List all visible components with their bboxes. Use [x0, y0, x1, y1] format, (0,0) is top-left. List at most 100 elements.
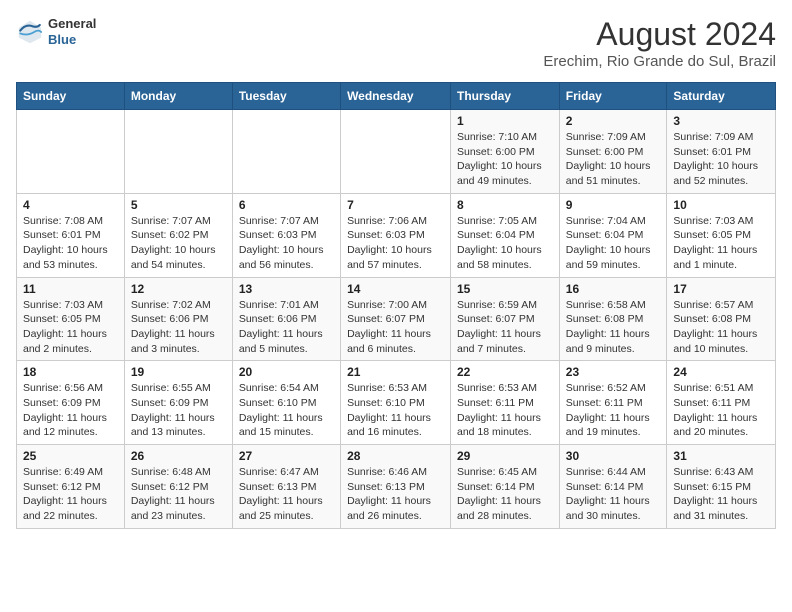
day-cell: 8 Sunrise: 7:05 AM Sunset: 6:04 PM Daylig…	[451, 193, 560, 277]
day-cell: 14 Sunrise: 7:00 AM Sunset: 6:07 PM Dayli…	[341, 277, 451, 361]
day-info: Sunrise: 7:04 AM Sunset: 6:04 PM Dayligh…	[566, 214, 661, 273]
day-number: 10	[673, 198, 769, 212]
day-number: 1	[457, 114, 553, 128]
logo-text: General Blue	[48, 16, 96, 47]
day-number: 3	[673, 114, 769, 128]
day-cell	[124, 110, 232, 194]
day-info: Sunrise: 6:47 AM Sunset: 6:13 PM Dayligh…	[239, 465, 334, 524]
day-number: 20	[239, 365, 334, 379]
week-row-4: 18 Sunrise: 6:56 AM Sunset: 6:09 PM Dayli…	[17, 361, 776, 445]
logo: General Blue	[16, 16, 96, 47]
logo-blue-text: Blue	[48, 32, 96, 48]
header-thursday: Thursday	[451, 83, 560, 110]
day-info: Sunrise: 6:46 AM Sunset: 6:13 PM Dayligh…	[347, 465, 444, 524]
day-cell: 10 Sunrise: 7:03 AM Sunset: 6:05 PM Dayli…	[667, 193, 776, 277]
day-number: 13	[239, 282, 334, 296]
day-cell: 21Sunrise: 6:53 AM Sunset: 6:10 PM Dayli…	[341, 361, 451, 445]
day-cell: 16 Sunrise: 6:58 AM Sunset: 6:08 PM Dayli…	[559, 277, 667, 361]
day-info: Sunrise: 6:49 AM Sunset: 6:12 PM Dayligh…	[23, 465, 118, 524]
day-info: Sunrise: 6:56 AM Sunset: 6:09 PM Dayligh…	[23, 381, 118, 440]
day-cell: 5 Sunrise: 7:07 AM Sunset: 6:02 PM Daylig…	[124, 193, 232, 277]
day-number: 28	[347, 449, 444, 463]
header-friday: Friday	[559, 83, 667, 110]
day-number: 8	[457, 198, 553, 212]
day-cell: 31 Sunrise: 6:43 AM Sunset: 6:15 PM Dayli…	[667, 445, 776, 529]
day-number: 11	[23, 282, 118, 296]
day-number: 24	[673, 365, 769, 379]
day-info: Sunrise: 6:45 AM Sunset: 6:14 PM Dayligh…	[457, 465, 553, 524]
day-cell: 25Sunrise: 6:49 AM Sunset: 6:12 PM Dayli…	[17, 445, 125, 529]
day-cell: 13 Sunrise: 7:01 AM Sunset: 6:06 PM Dayli…	[232, 277, 340, 361]
calendar-title: August 2024	[543, 16, 776, 53]
day-number: 30	[566, 449, 661, 463]
day-number: 26	[131, 449, 226, 463]
day-number: 16	[566, 282, 661, 296]
day-number: 9	[566, 198, 661, 212]
day-cell: 12Sunrise: 7:02 AM Sunset: 6:06 PM Dayli…	[124, 277, 232, 361]
day-info: Sunrise: 6:55 AM Sunset: 6:09 PM Dayligh…	[131, 381, 226, 440]
day-number: 31	[673, 449, 769, 463]
week-row-1: 1 Sunrise: 7:10 AM Sunset: 6:00 PM Daylig…	[17, 110, 776, 194]
day-number: 22	[457, 365, 553, 379]
day-cell: 24 Sunrise: 6:51 AM Sunset: 6:11 PM Dayli…	[667, 361, 776, 445]
week-row-3: 11 Sunrise: 7:03 AM Sunset: 6:05 PM Dayli…	[17, 277, 776, 361]
day-cell: 2 Sunrise: 7:09 AM Sunset: 6:00 PM Daylig…	[559, 110, 667, 194]
page-header: General Blue August 2024 Erechim, Rio Gr…	[16, 16, 776, 70]
day-info: Sunrise: 7:02 AM Sunset: 6:06 PM Dayligh…	[131, 298, 226, 357]
day-cell: 17Sunrise: 6:57 AM Sunset: 6:08 PM Dayli…	[667, 277, 776, 361]
calendar-table: SundayMondayTuesdayWednesdayThursdayFrid…	[16, 82, 776, 529]
day-number: 6	[239, 198, 334, 212]
day-info: Sunrise: 6:44 AM Sunset: 6:14 PM Dayligh…	[566, 465, 661, 524]
day-number: 29	[457, 449, 553, 463]
day-number: 14	[347, 282, 444, 296]
day-info: Sunrise: 7:01 AM Sunset: 6:06 PM Dayligh…	[239, 298, 334, 357]
title-block: August 2024 Erechim, Rio Grande do Sul, …	[543, 16, 776, 70]
day-info: Sunrise: 7:08 AM Sunset: 6:01 PM Dayligh…	[23, 214, 118, 273]
calendar-subtitle: Erechim, Rio Grande do Sul, Brazil	[543, 53, 776, 70]
day-info: Sunrise: 7:03 AM Sunset: 6:05 PM Dayligh…	[673, 214, 769, 273]
day-info: Sunrise: 7:09 AM Sunset: 6:00 PM Dayligh…	[566, 130, 661, 189]
day-info: Sunrise: 7:09 AM Sunset: 6:01 PM Dayligh…	[673, 130, 769, 189]
day-number: 7	[347, 198, 444, 212]
day-cell: 4 Sunrise: 7:08 AM Sunset: 6:01 PM Daylig…	[17, 193, 125, 277]
day-info: Sunrise: 7:05 AM Sunset: 6:04 PM Dayligh…	[457, 214, 553, 273]
day-cell	[341, 110, 451, 194]
day-number: 5	[131, 198, 226, 212]
day-cell: 28 Sunrise: 6:46 AM Sunset: 6:13 PM Dayli…	[341, 445, 451, 529]
logo-general-text: General	[48, 16, 96, 32]
day-info: Sunrise: 7:07 AM Sunset: 6:02 PM Dayligh…	[131, 214, 226, 273]
day-info: Sunrise: 6:43 AM Sunset: 6:15 PM Dayligh…	[673, 465, 769, 524]
day-info: Sunrise: 6:59 AM Sunset: 6:07 PM Dayligh…	[457, 298, 553, 357]
day-cell: 1 Sunrise: 7:10 AM Sunset: 6:00 PM Daylig…	[451, 110, 560, 194]
day-cell	[232, 110, 340, 194]
day-cell: 30 Sunrise: 6:44 AM Sunset: 6:14 PM Dayli…	[559, 445, 667, 529]
day-cell: 22Sunrise: 6:53 AM Sunset: 6:11 PM Dayli…	[451, 361, 560, 445]
day-number: 21	[347, 365, 444, 379]
day-info: Sunrise: 6:52 AM Sunset: 6:11 PM Dayligh…	[566, 381, 661, 440]
day-cell: 29 Sunrise: 6:45 AM Sunset: 6:14 PM Dayli…	[451, 445, 560, 529]
day-info: Sunrise: 7:03 AM Sunset: 6:05 PM Dayligh…	[23, 298, 118, 357]
header-wednesday: Wednesday	[341, 83, 451, 110]
header-tuesday: Tuesday	[232, 83, 340, 110]
week-row-2: 4 Sunrise: 7:08 AM Sunset: 6:01 PM Daylig…	[17, 193, 776, 277]
day-cell: 26Sunrise: 6:48 AM Sunset: 6:12 PM Dayli…	[124, 445, 232, 529]
day-number: 15	[457, 282, 553, 296]
day-number: 27	[239, 449, 334, 463]
day-info: Sunrise: 7:10 AM Sunset: 6:00 PM Dayligh…	[457, 130, 553, 189]
day-number: 18	[23, 365, 118, 379]
day-number: 23	[566, 365, 661, 379]
day-number: 2	[566, 114, 661, 128]
logo-icon	[16, 18, 44, 46]
day-info: Sunrise: 6:57 AM Sunset: 6:08 PM Dayligh…	[673, 298, 769, 357]
day-info: Sunrise: 6:58 AM Sunset: 6:08 PM Dayligh…	[566, 298, 661, 357]
header-saturday: Saturday	[667, 83, 776, 110]
day-info: Sunrise: 7:00 AM Sunset: 6:07 PM Dayligh…	[347, 298, 444, 357]
week-row-5: 25Sunrise: 6:49 AM Sunset: 6:12 PM Dayli…	[17, 445, 776, 529]
day-info: Sunrise: 6:51 AM Sunset: 6:11 PM Dayligh…	[673, 381, 769, 440]
header-sunday: Sunday	[17, 83, 125, 110]
day-info: Sunrise: 6:54 AM Sunset: 6:10 PM Dayligh…	[239, 381, 334, 440]
day-number: 4	[23, 198, 118, 212]
day-info: Sunrise: 7:06 AM Sunset: 6:03 PM Dayligh…	[347, 214, 444, 273]
day-number: 19	[131, 365, 226, 379]
day-info: Sunrise: 7:07 AM Sunset: 6:03 PM Dayligh…	[239, 214, 334, 273]
